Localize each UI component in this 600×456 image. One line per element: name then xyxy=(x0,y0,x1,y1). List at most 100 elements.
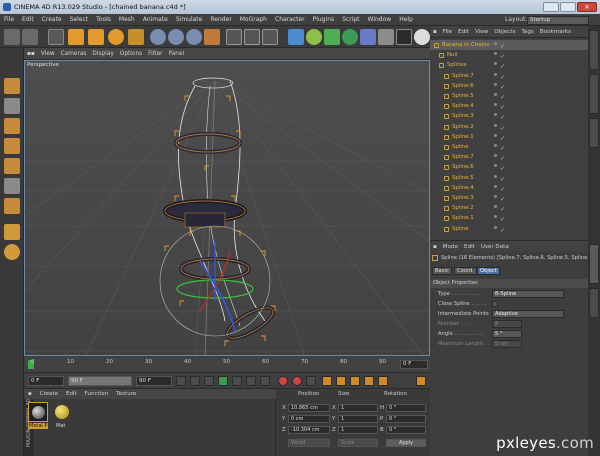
object-row[interactable]: Spline.2 ✓ xyxy=(430,203,588,213)
prop-angle-field[interactable]: 5 ° xyxy=(492,330,522,338)
key-pla-icon[interactable] xyxy=(378,376,388,386)
object-row[interactable]: Spline.5 ✓ xyxy=(430,91,588,101)
menu-mesh[interactable]: Mesh xyxy=(115,14,139,26)
tab-objects-vertical[interactable] xyxy=(589,30,599,70)
tab-structure-vertical[interactable] xyxy=(589,118,599,148)
render-settings-icon[interactable] xyxy=(262,29,278,45)
viewport-icons[interactable]: ▪▪ xyxy=(24,48,38,60)
visibility-dot-icon[interactable] xyxy=(494,72,497,76)
menu-window[interactable]: Window xyxy=(364,14,396,26)
key-position-icon[interactable] xyxy=(322,376,332,386)
previous-key-icon[interactable] xyxy=(190,376,200,386)
visibility-dot-icon[interactable] xyxy=(494,133,497,137)
play-icon[interactable] xyxy=(218,376,228,386)
object-row[interactable]: Banana In Chains ✓ xyxy=(430,40,588,51)
object-row[interactable]: Spline.3 ✓ xyxy=(430,193,588,203)
visibility-dot-icon[interactable] xyxy=(494,164,497,168)
menu-tools[interactable]: Tools xyxy=(92,14,115,26)
vp-menu-panel[interactable]: Panel xyxy=(166,48,188,60)
menu-mograph[interactable]: MoGraph xyxy=(236,14,271,26)
edges-mode-icon[interactable] xyxy=(4,138,20,154)
spline-pen-icon[interactable] xyxy=(306,29,322,45)
render-view-icon[interactable] xyxy=(226,29,242,45)
mat-menu-texture[interactable]: Texture xyxy=(112,389,140,399)
visibility-dot-icon[interactable] xyxy=(494,154,497,158)
apply-button[interactable]: Apply xyxy=(386,439,426,447)
frame-range-slider[interactable]: 90 F xyxy=(68,376,132,386)
object-row[interactable]: Spline.4 ✓ xyxy=(430,183,588,193)
scene-icon[interactable] xyxy=(378,29,394,45)
visibility-dot-icon[interactable] xyxy=(494,184,497,188)
prop-number-field[interactable]: 8 xyxy=(492,320,522,328)
menu-character[interactable]: Character xyxy=(271,14,309,26)
tab-content-browser-vertical[interactable] xyxy=(589,74,599,114)
move-icon[interactable] xyxy=(68,29,84,45)
visibility-dot-icon[interactable] xyxy=(494,123,497,127)
visibility-dot-icon[interactable] xyxy=(494,82,497,86)
object-row[interactable]: Spline.7 ✓ xyxy=(430,152,588,162)
material-name-metal[interactable]: Metal P xyxy=(28,423,49,429)
end-frame-field[interactable]: 0 F xyxy=(400,360,428,369)
object-row[interactable]: Spline ✓ xyxy=(430,224,588,234)
render-picture-viewer-icon[interactable] xyxy=(244,29,260,45)
prop-type-select[interactable]: B-Spline xyxy=(492,290,564,298)
mat-menu-icons[interactable]: ▪ xyxy=(24,389,36,399)
visibility-dot-icon[interactable] xyxy=(494,93,497,96)
menu-edit[interactable]: Edit xyxy=(18,14,38,26)
menu-simulate[interactable]: Simulate xyxy=(172,14,207,26)
minimize-button[interactable] xyxy=(543,2,559,12)
points-mode-icon[interactable] xyxy=(4,118,20,134)
visibility-dot-icon[interactable] xyxy=(494,174,497,178)
key-rotation-icon[interactable] xyxy=(350,376,360,386)
visibility-dot-icon[interactable] xyxy=(494,215,497,219)
object-row[interactable]: Null ✓ xyxy=(430,50,588,60)
vp-menu-cameras[interactable]: Cameras xyxy=(58,48,90,60)
array-icon[interactable] xyxy=(342,29,358,45)
deformer-icon[interactable] xyxy=(360,29,376,45)
snap-magnet-icon[interactable] xyxy=(4,244,20,260)
visibility-dot-icon[interactable] xyxy=(494,103,497,107)
menu-help[interactable]: Help xyxy=(395,14,417,26)
om-menu-file[interactable]: File xyxy=(440,26,455,38)
visibility-dot-icon[interactable] xyxy=(494,52,497,56)
undo-icon[interactable] xyxy=(4,29,20,45)
om-menu-icon[interactable]: ▪ xyxy=(430,26,440,38)
object-row[interactable]: Spline ✓ xyxy=(430,142,588,152)
live-selection-icon[interactable] xyxy=(48,29,64,45)
model-mode-icon[interactable] xyxy=(4,78,20,94)
size-mode-select[interactable]: Scale xyxy=(338,439,378,447)
timeline-window-icon[interactable] xyxy=(416,376,426,386)
visibility-dot-icon[interactable] xyxy=(494,113,497,117)
menu-select[interactable]: Select xyxy=(66,14,93,26)
size-y-field[interactable]: 1 xyxy=(338,415,378,423)
position-x-field[interactable]: 10.865 cm xyxy=(288,404,330,412)
previous-frame-icon[interactable] xyxy=(204,376,214,386)
vp-menu-options[interactable]: Options xyxy=(117,48,145,60)
object-row[interactable]: Spline.1 ✓ xyxy=(430,132,588,142)
tab-object[interactable]: Object xyxy=(477,267,500,275)
rotation-p-field[interactable]: 0 ° xyxy=(386,415,426,423)
menu-animate[interactable]: Animate xyxy=(139,14,172,26)
visibility-dot-icon[interactable] xyxy=(494,205,497,209)
next-key-icon[interactable] xyxy=(246,376,256,386)
om-menu-view[interactable]: View xyxy=(472,26,491,38)
mat-menu-create[interactable]: Create xyxy=(36,389,62,399)
object-row[interactable]: Splines ✓ xyxy=(430,60,588,70)
om-menu-tags[interactable]: Tags xyxy=(518,26,536,38)
record-icon[interactable] xyxy=(278,376,288,386)
coord-mode-select[interactable]: World xyxy=(288,439,330,447)
next-frame-icon[interactable] xyxy=(232,376,242,386)
workplane-icon[interactable] xyxy=(4,224,20,240)
z-axis-icon[interactable] xyxy=(186,29,202,45)
enabled-check-icon[interactable]: ✓ xyxy=(500,226,505,236)
coordinate-system-icon[interactable] xyxy=(204,29,220,45)
redo-icon[interactable] xyxy=(22,29,38,45)
rotation-b-field[interactable]: 0 ° xyxy=(386,426,426,434)
autokey-icon[interactable] xyxy=(292,376,302,386)
object-row[interactable]: Spline.1 ✓ xyxy=(430,213,588,223)
position-y-field[interactable]: 0 cm xyxy=(288,415,330,423)
menu-render[interactable]: Render xyxy=(206,14,235,26)
visibility-dot-icon[interactable] xyxy=(494,195,497,198)
size-x-field[interactable]: 1 xyxy=(338,404,378,412)
material-swatch-metal[interactable] xyxy=(28,402,48,422)
